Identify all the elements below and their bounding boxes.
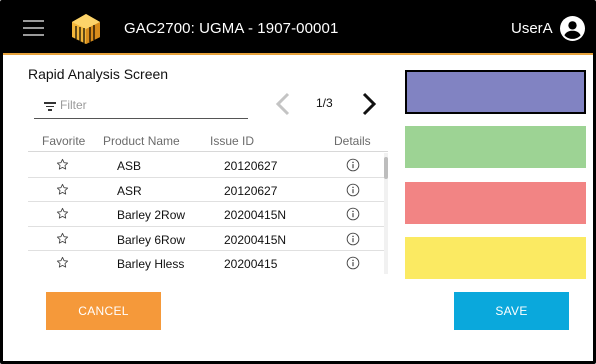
star-outline-icon[interactable]	[56, 256, 69, 269]
info-circle-icon[interactable]	[346, 158, 360, 172]
product-name-cell: ASB	[117, 159, 142, 173]
save-button[interactable]: SAVE	[454, 292, 569, 330]
star-outline-icon[interactable]	[56, 232, 69, 245]
column-header-favorite[interactable]: Favorite	[42, 134, 85, 148]
issue-id-cell: 20120627	[224, 183, 278, 198]
scrollbar-thumb[interactable]	[384, 157, 388, 179]
table-row[interactable]: Barley 2Row 20200415N	[28, 202, 388, 227]
issue-id-cell: 20200415N	[224, 208, 287, 222]
table-row[interactable]: ASB 20120627	[28, 153, 388, 178]
filter-icon	[44, 102, 56, 111]
issue-id-cell: 20120627	[224, 159, 278, 173]
table-row[interactable]: Barley Hless 20200415	[28, 251, 388, 274]
filter-field[interactable]	[34, 93, 248, 119]
star-outline-icon[interactable]	[56, 158, 69, 171]
issue-id-cell: 20200415N	[224, 232, 287, 247]
app-frame: GAC2700: UGMA - 1907-00001 UserA Rapid A…	[0, 0, 596, 364]
color-swatch-yellow[interactable]	[405, 237, 586, 279]
product-table-body: ASB 20120627 ASR 20120627 Barley 2Row 20…	[28, 153, 388, 274]
chevron-right-icon[interactable]	[359, 91, 379, 117]
account-circle-icon[interactable]	[560, 16, 585, 41]
product-name-cell: ASR	[117, 183, 142, 198]
info-circle-icon[interactable]	[346, 207, 360, 221]
info-circle-icon[interactable]	[346, 183, 360, 197]
color-swatch-green[interactable]	[405, 126, 586, 168]
app-title: GAC2700: UGMA - 1907-00001	[124, 20, 339, 37]
logo-icon	[72, 14, 100, 44]
cancel-button[interactable]: CANCEL	[46, 292, 161, 330]
star-outline-icon[interactable]	[56, 207, 69, 220]
table-scrollbar[interactable]	[384, 153, 388, 274]
product-name-cell: Barley Hless	[117, 257, 185, 271]
product-name-cell: Barley 6Row	[117, 232, 186, 247]
color-swatch-purple[interactable]	[405, 70, 586, 114]
chevron-left-icon[interactable]	[273, 91, 293, 117]
info-circle-icon[interactable]	[346, 256, 360, 270]
page-indicator: 1/3	[316, 96, 333, 110]
filter-input[interactable]	[60, 97, 240, 113]
info-circle-icon[interactable]	[346, 232, 360, 246]
product-name-cell: Barley 2Row	[117, 208, 186, 222]
top-app-bar: GAC2700: UGMA - 1907-00001 UserA	[3, 3, 593, 55]
table-row[interactable]: Barley 6Row 20200415N	[28, 227, 388, 251]
user-name: UserA	[511, 20, 553, 37]
column-header-product-name[interactable]: Product Name	[103, 134, 180, 148]
table-row[interactable]: ASR 20120627	[28, 178, 388, 202]
hamburger-menu-icon[interactable]	[23, 20, 44, 36]
star-outline-icon[interactable]	[56, 183, 69, 196]
column-header-details[interactable]: Details	[334, 134, 371, 148]
color-swatch-red[interactable]	[405, 182, 586, 224]
issue-id-cell: 20200415	[224, 257, 278, 271]
column-header-issue-id[interactable]: Issue ID	[210, 134, 254, 148]
table-header: Favorite Product Name Issue ID Details	[28, 130, 388, 152]
screen-title: Rapid Analysis Screen	[28, 66, 169, 82]
